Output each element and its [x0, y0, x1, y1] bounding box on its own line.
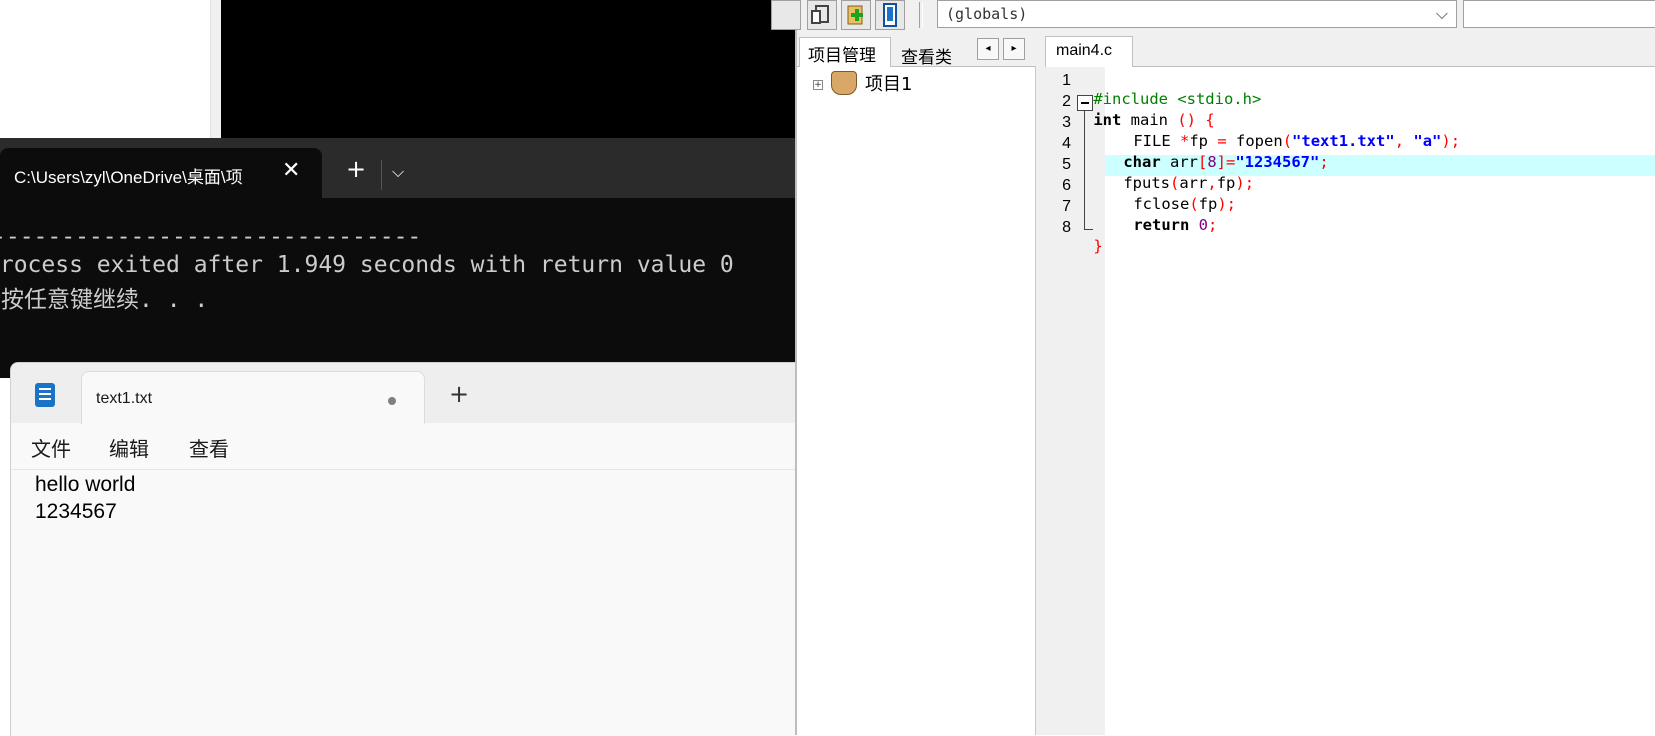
menu-file[interactable]: 文件 [31, 433, 71, 462]
terminal-output-line: ------------------------------- [0, 224, 422, 250]
plus-icon [847, 5, 863, 25]
terminal-tab[interactable]: C:\Users\zyl\OneDrive\桌面\项 ✕ [0, 148, 322, 198]
symbol-dropdown[interactable] [1463, 0, 1655, 28]
background-scrollbar[interactable] [210, 0, 221, 140]
menu-edit[interactable]: 编辑 [109, 433, 149, 462]
unsaved-dot-icon[interactable] [388, 397, 396, 405]
toolbar-button[interactable] [771, 0, 801, 30]
console-window-background [221, 0, 795, 140]
new-tab-icon[interactable]: + [346, 155, 366, 183]
notepad-icon [35, 383, 55, 407]
scope-value: (globals) [946, 5, 1028, 23]
tab-label: 项目管理 [808, 46, 876, 66]
notepad-text-line[interactable]: hello world [35, 473, 135, 497]
project-panel: 项目管理 查看类 ◂ ▸ + 项目1 [797, 36, 1035, 735]
toolbar-separator [919, 2, 923, 28]
terminal-output-line: Process exited after 1.949 seconds with … [0, 252, 734, 278]
line-number: 6 [1062, 177, 1071, 194]
terminal-tab-title: C:\Users\zyl\OneDrive\桌面\项 [14, 168, 243, 187]
tab-class-browser[interactable]: 查看类 [893, 40, 965, 68]
ide-toolbar: (globals) ⌵ [771, 0, 1655, 34]
ide-window[interactable]: (globals) ⌵ 项目管理 查看类 ◂ ▸ + 项目1 main4.c 1… [771, 0, 1655, 735]
editor-tab-label: main4.c [1056, 42, 1113, 59]
window-icon [811, 5, 829, 24]
code-line: } [1093, 237, 1103, 255]
line-number: 5 [1062, 156, 1071, 173]
chevron-down-icon[interactable]: ⌵ [392, 162, 404, 182]
scope-dropdown[interactable]: (globals) ⌵ [937, 0, 1457, 28]
notepad-window[interactable]: text1.txt + 文件 编辑 查看 hello world 1234567 [10, 362, 796, 736]
project-options-button[interactable] [807, 0, 837, 30]
tab-scroll-left-icon[interactable]: ◂ [977, 38, 999, 60]
notepad-menu-bar: 文件 编辑 查看 [11, 423, 796, 470]
tab-main4-c[interactable]: main4.c [1045, 36, 1133, 67]
terminal-window[interactable]: C:\Users\zyl\OneDrive\桌面\项 ✕ + ⌵ -------… [0, 138, 795, 378]
tab-separator [381, 160, 382, 190]
notepad-tab-title: text1.txt [96, 390, 153, 407]
background-window [0, 0, 210, 140]
terminal-output-line: 请按任意键继续. . . [0, 287, 209, 313]
expand-icon[interactable]: + [813, 80, 823, 90]
add-file-button[interactable] [841, 0, 871, 30]
bookmark-icon [883, 3, 897, 27]
editor-tab-bar: main4.c [1045, 36, 1655, 67]
new-tab-icon[interactable]: + [449, 380, 469, 408]
bookmark-button[interactable] [875, 0, 905, 30]
chevron-down-icon[interactable]: ⌵ [1436, 4, 1448, 24]
notepad-text-line[interactable]: 1234567 [35, 500, 117, 524]
code-line: return 0; [1133, 216, 1218, 234]
menu-view[interactable]: 查看 [189, 433, 229, 462]
project-icon [831, 71, 857, 95]
tab-project-manager[interactable]: 项目管理 [799, 37, 891, 67]
notepad-tab[interactable]: text1.txt [81, 371, 425, 424]
line-number: 7 [1062, 198, 1071, 215]
project-tree-item[interactable]: 项目1 [865, 70, 912, 96]
project-panel-tabs: 项目管理 查看类 ◂ ▸ [797, 36, 1035, 68]
tab-scroll-right-icon[interactable]: ▸ [1003, 38, 1025, 60]
tab-label: 查看类 [901, 48, 952, 68]
close-icon[interactable]: ✕ [282, 158, 300, 183]
